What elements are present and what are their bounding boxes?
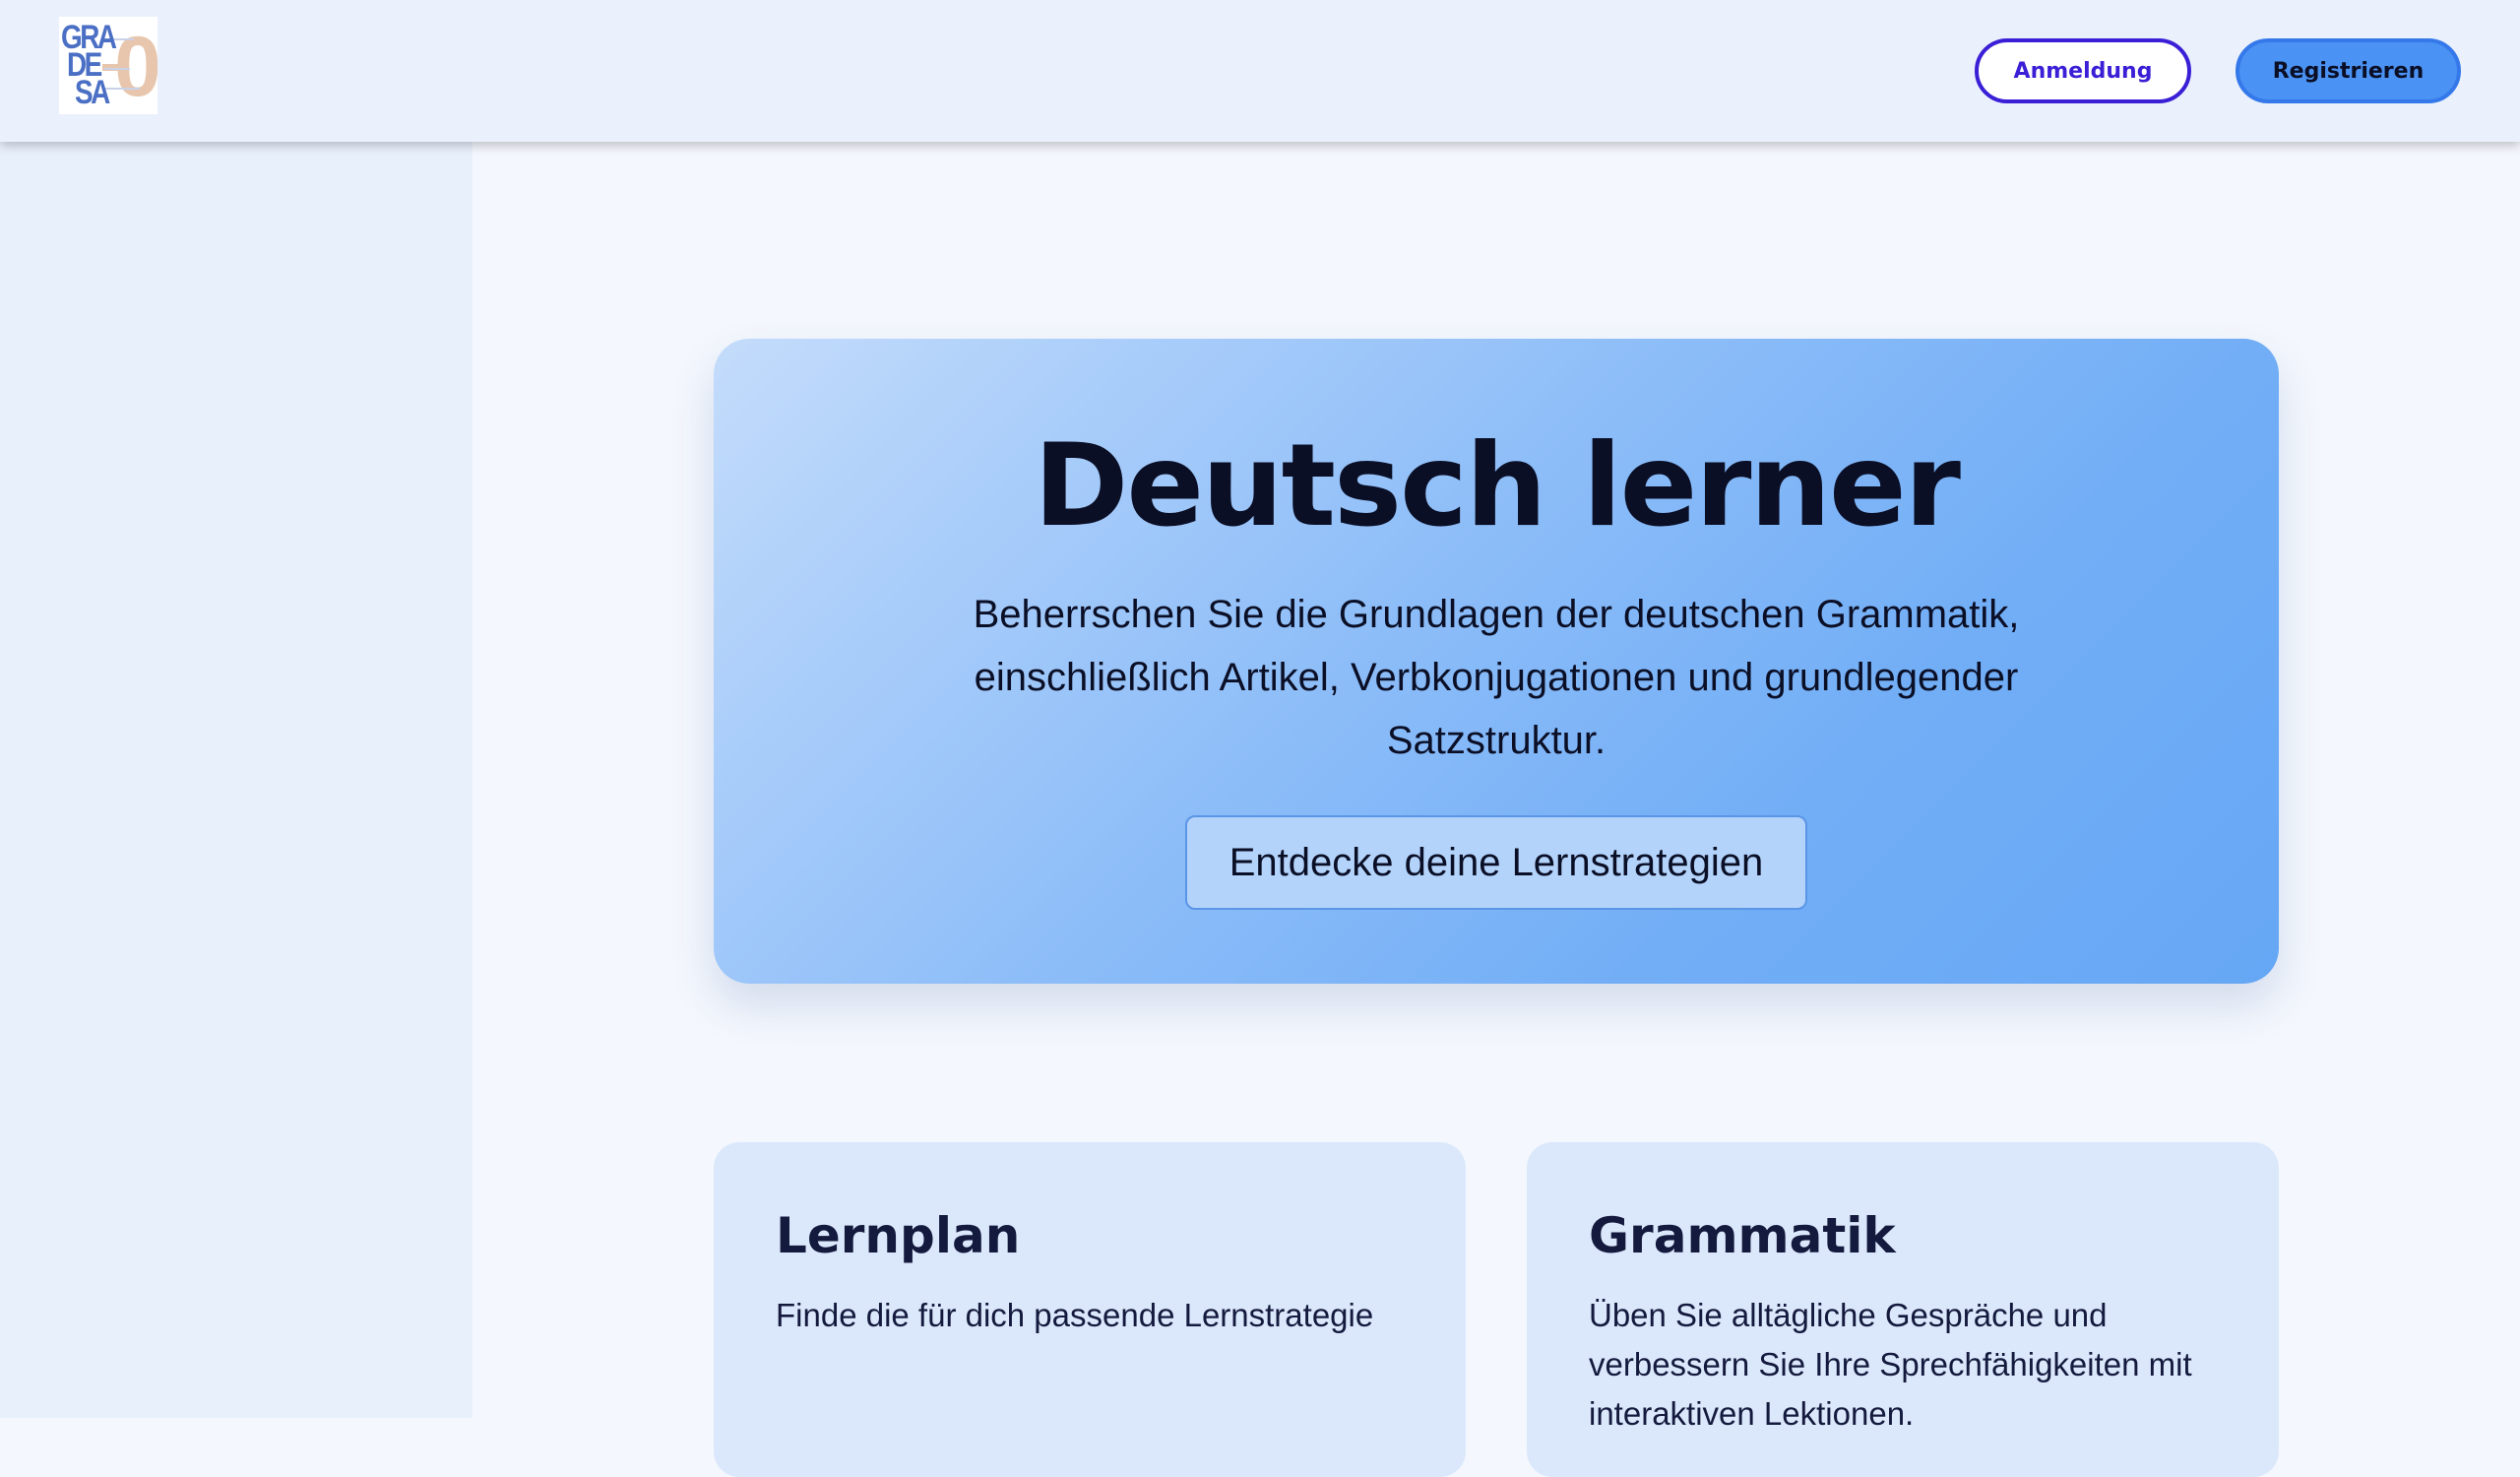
- login-button[interactable]: Anmeldung: [1975, 38, 2191, 103]
- logo-decor-line: [104, 68, 130, 70]
- register-button[interactable]: Registrieren: [2236, 38, 2461, 103]
- site-logo[interactable]: 0 GRA DE SA: [59, 17, 158, 114]
- card-title: Lernplan: [776, 1207, 1021, 1264]
- top-header: 0 GRA DE SA Anmeldung Registrieren: [0, 0, 2520, 142]
- card-title: Grammatik: [1589, 1207, 1896, 1264]
- discover-strategies-button[interactable]: Entdecke deine Lernstrategien: [1185, 815, 1807, 910]
- logo-text-line-3: SA: [75, 74, 110, 111]
- card-description: Finde die für dich passende Lernstrategi…: [776, 1297, 1374, 1333]
- hero-title: Deutsch lerner: [1034, 419, 1961, 552]
- card-description: Üben Sie alltägliche Gespräche und verbe…: [1589, 1297, 2192, 1432]
- hero-description: Beherrschen Sie die Grundlagen der deuts…: [973, 593, 2020, 762]
- sidebar-panel: [0, 142, 472, 1418]
- logo-decor-line: [104, 88, 140, 90]
- logo-digit: 0: [114, 20, 158, 114]
- hero-banner: Deutsch lerner Beherrschen Sie die Grund…: [714, 339, 2279, 984]
- card-grammatik[interactable]: Grammatik Üben Sie alltägliche Gespräche…: [1527, 1142, 2279, 1477]
- card-lernplan[interactable]: Lernplan Finde die für dich passende Ler…: [714, 1142, 1466, 1477]
